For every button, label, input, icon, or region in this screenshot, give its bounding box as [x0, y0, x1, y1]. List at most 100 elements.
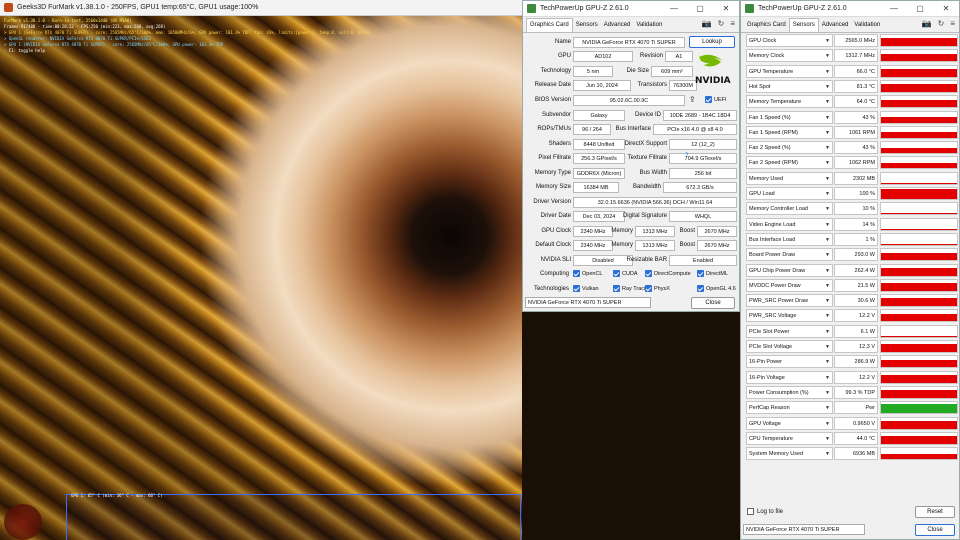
tab-validation[interactable]: Validation	[633, 22, 665, 28]
sensor-row[interactable]: GPU Voltage ▼ 0.9650 V	[746, 416, 958, 431]
device-select[interactable]: NVIDIA GeForce RTX 4070 Ti SUPER	[525, 297, 651, 308]
tab-validation[interactable]: Validation	[851, 22, 883, 28]
dropdown-arrow-icon[interactable]: ▼	[825, 96, 830, 107]
sensor-name[interactable]: MVDDC Power Draw ▼	[746, 278, 833, 292]
sensor-name[interactable]: Memory Clock ▼	[746, 49, 833, 63]
dropdown-arrow-icon[interactable]: ▼	[825, 341, 830, 352]
sensor-row[interactable]: System Memory Used ▼ 6936 MB	[746, 447, 958, 461]
bios-share-icon[interactable]: ⇪	[689, 95, 696, 104]
sensor-name[interactable]: Memory Controller Load ▼	[746, 202, 833, 216]
sensor-row[interactable]: Memory Temperature ▼ 64.0 °C	[746, 95, 958, 109]
sensor-name[interactable]: Hot Spot ▼	[746, 79, 833, 93]
sensor-row[interactable]: Fan 1 Speed (%) ▼ 43 %	[746, 110, 958, 125]
dropdown-arrow-icon[interactable]: ▼	[825, 50, 830, 61]
sensor-name[interactable]: PerfCap Reason ▼	[746, 401, 833, 415]
sensor-row[interactable]: Memory Clock ▼ 1312.7 MHz	[746, 49, 958, 63]
dropdown-arrow-icon[interactable]: ▼	[825, 219, 830, 230]
sensor-row[interactable]: CPU Temperature ▼ 44.0 °C	[746, 431, 958, 446]
dropdown-arrow-icon[interactable]: ▼	[825, 326, 830, 337]
dropdown-arrow-icon[interactable]: ▼	[825, 387, 830, 398]
dropdown-arrow-icon[interactable]: ▼	[825, 203, 830, 214]
dropdown-arrow-icon[interactable]: ▼	[825, 402, 830, 413]
sensor-name[interactable]: 16-Pin Voltage ▼	[746, 370, 833, 384]
sensor-row[interactable]: Fan 1 Speed (RPM) ▼ 1061 RPM	[746, 125, 958, 140]
tab-sensors[interactable]: Sensors	[573, 22, 601, 28]
sensor-row[interactable]: GPU Temperature ▼ 66.0 °C	[746, 64, 958, 79]
sensor-name[interactable]: GPU Temperature ▼	[746, 64, 833, 78]
camera-icon[interactable]: 📷	[922, 19, 932, 28]
dropdown-arrow-icon[interactable]: ▼	[825, 433, 830, 444]
sensor-name[interactable]: CPU Temperature ▼	[746, 431, 833, 445]
sensor-row[interactable]: GPU Clock ▼ 2565.0 MHz	[746, 34, 958, 48]
sensor-name[interactable]: GPU Load ▼	[746, 187, 833, 200]
tab-sensors[interactable]: Sensors	[788, 17, 819, 32]
refresh-icon[interactable]: ↻	[718, 19, 725, 28]
help-icon[interactable]: ?	[685, 153, 688, 159]
sensor-name[interactable]: Memory Temperature ▼	[746, 95, 833, 109]
dropdown-arrow-icon[interactable]: ▼	[825, 418, 830, 429]
reset-button[interactable]: Reset	[915, 506, 955, 518]
sensor-row[interactable]: Memory Used ▼ 2302 MB	[746, 171, 958, 186]
dropdown-arrow-icon[interactable]: ▼	[825, 280, 830, 291]
minimize-button[interactable]: —	[881, 4, 907, 13]
sensor-row[interactable]: 16-Pin Power ▼ 286.9 W	[746, 355, 958, 369]
sensor-name[interactable]: Board Power Draw ▼	[746, 248, 833, 262]
dropdown-arrow-icon[interactable]: ▼	[825, 372, 830, 383]
sensor-name[interactable]: 16-Pin Power ▼	[746, 355, 833, 369]
device-select[interactable]: NVIDIA GeForce RTX 4070 Ti SUPER	[743, 524, 865, 535]
menu-icon[interactable]: ≡	[730, 19, 735, 28]
sensor-row[interactable]: Video Engine Load ▼ 14 %	[746, 217, 958, 232]
tab-graphics-card[interactable]: Graphics Card	[526, 17, 573, 32]
sensor-name[interactable]: GPU Chip Power Draw ▼	[746, 263, 833, 277]
dropdown-arrow-icon[interactable]: ▼	[825, 265, 830, 276]
log-to-file-checkbox[interactable]	[747, 508, 754, 515]
tab-graphics-card[interactable]: Graphics Card	[744, 22, 789, 28]
dropdown-arrow-icon[interactable]: ▼	[825, 112, 830, 123]
sensor-name[interactable]: PCIe Slot Power ▼	[746, 324, 833, 338]
dropdown-arrow-icon[interactable]: ▼	[825, 81, 830, 92]
sensor-row[interactable]: PCIe Slot Voltage ▼ 12.3 V	[746, 340, 958, 354]
maximize-button[interactable]: ▢	[687, 4, 713, 13]
dropdown-arrow-icon[interactable]: ▼	[825, 157, 830, 168]
furmark-render-canvas[interactable]: FurMark v1.38.1.0 - Burn-in test, 2560x1…	[0, 16, 522, 540]
sensor-name[interactable]: Fan 1 Speed (%) ▼	[746, 110, 833, 124]
close-button[interactable]: Close	[915, 524, 955, 536]
camera-icon[interactable]: 📷	[702, 19, 712, 28]
sensor-name[interactable]: GPU Voltage ▼	[746, 416, 833, 430]
sensor-name[interactable]: Memory Used ▼	[746, 171, 833, 185]
sensor-row[interactable]: Hot Spot ▼ 81.3 °C	[746, 79, 958, 94]
dropdown-arrow-icon[interactable]: ▼	[825, 173, 830, 184]
dropdown-arrow-icon[interactable]: ▼	[825, 35, 830, 46]
dropdown-arrow-icon[interactable]: ▼	[825, 66, 830, 77]
sensor-row[interactable]: PerfCap Reason ▼ Pwr	[746, 401, 958, 415]
sensor-row[interactable]: GPU Load ▼ 100 %	[746, 187, 958, 201]
close-button[interactable]: Close	[691, 297, 735, 309]
dropdown-arrow-icon[interactable]: ▼	[825, 234, 830, 245]
sensor-name[interactable]: Fan 2 Speed (%) ▼	[746, 141, 833, 155]
sensor-row[interactable]: Bus Interface Load ▼ 1 %	[746, 232, 958, 247]
minimize-button[interactable]: —	[661, 4, 687, 13]
dropdown-arrow-icon[interactable]: ▼	[825, 142, 830, 153]
sensor-row[interactable]: GPU Chip Power Draw ▼ 262.4 W	[746, 263, 958, 278]
sensor-name[interactable]: GPU Clock ▼	[746, 34, 833, 47]
sensor-row[interactable]: PWR_SRC Power Draw ▼ 30.6 W	[746, 294, 958, 308]
close-window-button[interactable]: ✕	[713, 4, 739, 13]
dropdown-arrow-icon[interactable]: ▼	[825, 127, 830, 138]
furmark-titlebar[interactable]: Geeks3D FurMark v1.38.1.0 - 250FPS, GPU1…	[0, 0, 522, 16]
sensor-name[interactable]: Video Engine Load ▼	[746, 217, 833, 231]
sensor-row[interactable]: PCIe Slot Power ▼ 6.1 W	[746, 324, 958, 339]
gpuz-titlebar[interactable]: TechPowerUp GPU-Z 2.61.0 — ▢ ✕	[523, 1, 739, 17]
sensor-name[interactable]: Fan 2 Speed (RPM) ▼	[746, 156, 833, 170]
sensor-row[interactable]: PWR_SRC Voltage ▼ 12.2 V	[746, 309, 958, 323]
sensor-name[interactable]: PWR_SRC Voltage ▼	[746, 309, 833, 323]
menu-icon[interactable]: ≡	[950, 19, 955, 28]
gpuz-titlebar[interactable]: TechPowerUp GPU-Z 2.61.0 — ▢ ✕	[741, 1, 959, 17]
lookup-button[interactable]: Lookup	[689, 36, 735, 48]
sensor-row[interactable]: Fan 2 Speed (RPM) ▼ 1062 RPM	[746, 156, 958, 170]
sensor-name[interactable]: Power Consumption (%) ▼	[746, 385, 833, 399]
dropdown-arrow-icon[interactable]: ▼	[825, 188, 830, 199]
sensor-row[interactable]: Board Power Draw ▼ 293.0 W	[746, 248, 958, 262]
sensor-name[interactable]: PCIe Slot Voltage ▼	[746, 340, 833, 353]
tab-advanced[interactable]: Advanced	[819, 22, 852, 28]
maximize-button[interactable]: ▢	[907, 4, 933, 13]
